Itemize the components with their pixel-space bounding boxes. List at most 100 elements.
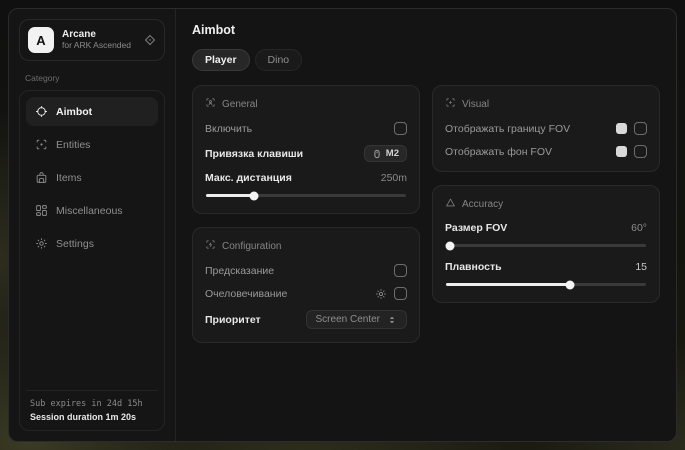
visual-card-header: Visual xyxy=(445,97,647,111)
sidebar-item-settings[interactable]: Settings xyxy=(26,229,158,258)
scan-icon xyxy=(35,138,48,151)
app-logo: A xyxy=(28,27,54,53)
priority-value: Screen Center xyxy=(316,314,380,325)
enable-label: Включить xyxy=(205,123,252,135)
keybind-row: Привязка клавиши M2 xyxy=(205,145,407,162)
slider-thumb[interactable] xyxy=(566,280,575,289)
tab-bar: Player Dino xyxy=(192,49,660,71)
accuracy-card-header: Accuracy xyxy=(445,197,647,211)
sidebar-item-label: Aimbot xyxy=(56,106,92,118)
mouse-icon xyxy=(372,149,382,159)
sidebar-item-items[interactable]: Items xyxy=(26,163,158,192)
settings-columns: General Включить Привязка клавиши M2 xyxy=(192,85,660,343)
max-distance-value: 250m xyxy=(381,172,407,184)
brand-text: Arcane for ARK Ascended xyxy=(62,29,136,50)
fov-bg-color-swatch[interactable] xyxy=(616,146,627,157)
crosshair-icon xyxy=(35,105,48,118)
config-scan-icon xyxy=(205,239,216,253)
sidebar-footer: Sub expires in 24d 15h Session duration … xyxy=(26,390,158,424)
fov-bg-label: Отображать фон FOV xyxy=(445,146,552,158)
visual-scan-icon xyxy=(445,97,456,111)
visual-card-title: Visual xyxy=(462,99,489,110)
right-column: Visual Отображать границу FOV Отображать… xyxy=(432,85,660,303)
configuration-card-title: Configuration xyxy=(222,241,281,252)
session-duration-text: Session duration 1m 20s xyxy=(30,412,154,422)
fov-border-label: Отображать границу FOV xyxy=(445,123,570,135)
max-distance-label: Макс. дистанция xyxy=(205,172,292,184)
fov-bg-controls xyxy=(616,145,647,158)
fov-size-value: 60° xyxy=(631,222,647,234)
enable-row: Включить xyxy=(205,122,407,135)
configuration-card: Configuration Предсказание Очеловечивани… xyxy=(192,227,420,343)
backpack-icon xyxy=(35,171,48,184)
humanization-label: Очеловечивание xyxy=(205,288,287,300)
humanization-row: Очеловечивание xyxy=(205,287,407,300)
category-label: Category xyxy=(25,73,161,83)
target-diamond-icon[interactable] xyxy=(144,34,156,46)
max-distance-slider[interactable] xyxy=(206,194,406,197)
smoothness-row: Плавность 15 xyxy=(445,261,647,273)
keybind-label: Привязка клавиши xyxy=(205,148,303,160)
slider-fill xyxy=(446,283,570,286)
prediction-row: Предсказание xyxy=(205,264,407,277)
visual-card: Visual Отображать границу FOV Отображать… xyxy=(432,85,660,172)
user-scan-icon xyxy=(205,97,216,111)
humanization-gear-icon[interactable] xyxy=(375,288,387,300)
prediction-label: Предсказание xyxy=(205,265,274,277)
accuracy-card: Accuracy Размер FOV 60° Плавность 15 xyxy=(432,185,660,303)
keybind-badge[interactable]: M2 xyxy=(364,145,407,162)
keybind-value: M2 xyxy=(386,148,399,159)
fov-border-row: Отображать границу FOV xyxy=(445,122,647,135)
prediction-checkbox[interactable] xyxy=(394,264,407,277)
accuracy-card-title: Accuracy xyxy=(462,199,503,210)
smoothness-label: Плавность xyxy=(445,261,502,273)
general-card-title: General xyxy=(222,99,258,110)
slider-thumb[interactable] xyxy=(250,191,259,200)
general-card-header: General xyxy=(205,97,407,111)
sidebar-item-aimbot[interactable]: Aimbot xyxy=(26,97,158,126)
tab-dino[interactable]: Dino xyxy=(255,49,303,71)
page-title: Aimbot xyxy=(192,23,660,37)
nav-card: Aimbot Entities Items Miscellaneous xyxy=(19,90,165,431)
fov-bg-checkbox[interactable] xyxy=(634,145,647,158)
fov-size-slider[interactable] xyxy=(446,244,646,247)
triangle-icon xyxy=(445,197,456,211)
max-distance-row: Макс. дистанция 250m xyxy=(205,172,407,184)
gear-icon xyxy=(35,237,48,250)
sidebar-item-label: Settings xyxy=(56,238,94,250)
smoothness-slider[interactable] xyxy=(446,283,646,286)
brand-card: A Arcane for ARK Ascended xyxy=(19,19,165,61)
cheat-window: A Arcane for ARK Ascended Category Aimbo… xyxy=(8,8,677,442)
priority-dropdown[interactable]: Screen Center xyxy=(306,310,407,329)
fov-bg-row: Отображать фон FOV xyxy=(445,145,647,158)
tab-player[interactable]: Player xyxy=(192,49,250,71)
sub-expires-text: Sub expires in 24d 15h xyxy=(30,399,154,409)
fov-border-color-swatch[interactable] xyxy=(616,123,627,134)
sidebar-item-miscellaneous[interactable]: Miscellaneous xyxy=(26,196,158,225)
fov-size-label: Размер FOV xyxy=(445,222,507,234)
fov-border-controls xyxy=(616,122,647,135)
priority-row: Приоритет Screen Center xyxy=(205,310,407,329)
fov-size-row: Размер FOV 60° xyxy=(445,222,647,234)
smoothness-value: 15 xyxy=(635,261,647,273)
humanization-checkbox[interactable] xyxy=(394,287,407,300)
slider-fill xyxy=(206,194,254,197)
dashboard-icon xyxy=(35,204,48,217)
sidebar-item-label: Entities xyxy=(56,139,90,151)
enable-checkbox[interactable] xyxy=(394,122,407,135)
fov-border-checkbox[interactable] xyxy=(634,122,647,135)
main-content: Aimbot Player Dino General Включить xyxy=(176,9,676,441)
slider-thumb[interactable] xyxy=(446,241,455,250)
chevrons-up-down-icon xyxy=(387,315,397,325)
sidebar: A Arcane for ARK Ascended Category Aimbo… xyxy=(9,9,176,441)
left-column: General Включить Привязка клавиши M2 xyxy=(192,85,420,343)
sidebar-item-entities[interactable]: Entities xyxy=(26,130,158,159)
general-card: General Включить Привязка клавиши M2 xyxy=(192,85,420,214)
sidebar-item-label: Items xyxy=(56,172,82,184)
humanization-controls xyxy=(375,287,407,300)
configuration-card-header: Configuration xyxy=(205,239,407,253)
brand-subtitle: for ARK Ascended xyxy=(62,41,136,51)
sidebar-item-label: Miscellaneous xyxy=(56,205,123,217)
priority-label: Приоритет xyxy=(205,314,261,326)
app-logo-letter: A xyxy=(36,33,45,48)
